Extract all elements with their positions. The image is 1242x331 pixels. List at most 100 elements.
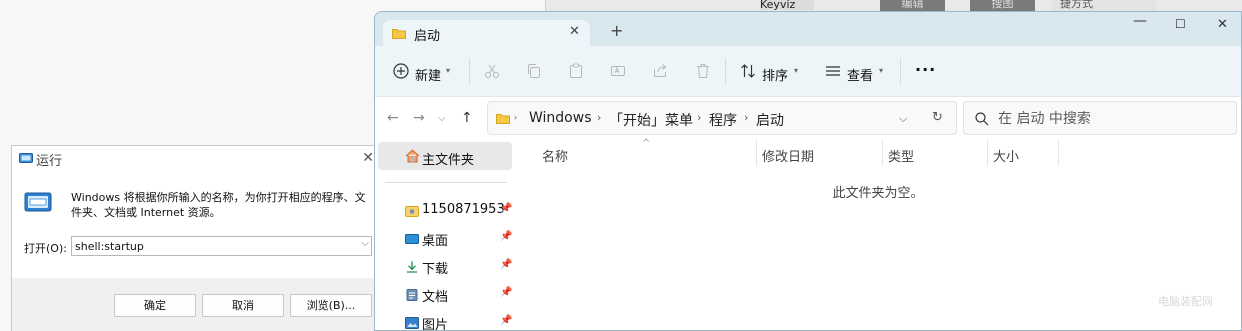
background-shortcut-label: 捷方式: [1052, 0, 1156, 11]
chevron-right-icon[interactable]: ›: [597, 111, 601, 124]
home-icon: [405, 149, 420, 163]
cancel-button[interactable]: 取消: [202, 294, 284, 317]
cut-icon[interactable]: [484, 63, 500, 79]
user-folder-icon: [405, 206, 419, 217]
nav-item-documents[interactable]: 文档 📌: [375, 282, 512, 308]
run-spacer: [12, 258, 380, 278]
sort-button[interactable]: 排序: [762, 65, 788, 84]
run-description: Windows 将根据你所输入的名称，为你打开相应的程序、文件夹、文档或 Int…: [71, 191, 366, 219]
chevron-right-icon[interactable]: ›: [697, 111, 701, 124]
run-open-row: 打开(O): ⌵: [12, 236, 380, 258]
nav-item-desktop[interactable]: 桌面 📌: [375, 226, 512, 252]
column-divider[interactable]: [987, 140, 988, 166]
delete-icon[interactable]: [695, 63, 711, 79]
nav-item-label: 图片: [422, 318, 449, 331]
chevron-down-icon[interactable]: ⌵: [361, 238, 369, 249]
folder-icon: [392, 29, 406, 39]
up-arrow-icon[interactable]: ↑: [461, 110, 473, 126]
file-list: ^ 名称 修改日期 类型 大小 此文件夹为空。: [513, 138, 1241, 330]
pin-icon[interactable]: 📌: [500, 287, 512, 298]
view-icon[interactable]: [825, 63, 841, 79]
chevron-right-icon[interactable]: ›: [744, 111, 748, 124]
browse-button[interactable]: 浏览(B)...: [290, 294, 372, 317]
desktop-icon: [405, 234, 419, 244]
breadcrumb-windows[interactable]: Windows: [529, 110, 592, 126]
nav-item-label: 1150871953: [422, 202, 505, 217]
new-button[interactable]: 新建: [415, 65, 441, 84]
nav-item-label: 下载: [422, 262, 449, 277]
refresh-icon[interactable]: ↻: [932, 110, 943, 125]
navigation-pane: 主文件夹 1150871953 📌 桌面 📌 下载 📌 文档 📌 图片 📌: [375, 138, 512, 331]
add-new-icon[interactable]: [393, 63, 409, 79]
chevron-down-icon[interactable]: ▾: [794, 66, 798, 75]
breadcrumb-programs[interactable]: 程序: [709, 110, 737, 130]
sort-caret-icon: ^: [642, 138, 651, 149]
run-input-combobox[interactable]: ⌵: [71, 236, 372, 256]
search-box[interactable]: [963, 101, 1237, 135]
download-icon: [407, 261, 417, 273]
open-label: 打开(O):: [24, 242, 67, 255]
background-search-button: 搜图: [970, 0, 1035, 11]
watermark: 电脑装配网: [1158, 295, 1213, 308]
keyviz-label: Keyviz: [760, 0, 814, 10]
documents-icon: [406, 289, 418, 301]
tab-startup[interactable]: 启动 ✕: [383, 20, 590, 48]
maximize-icon[interactable]: ☐: [1175, 17, 1186, 31]
toolbar-divider: [469, 58, 470, 84]
pictures-icon: [405, 317, 419, 329]
nav-item-home[interactable]: 主文件夹: [378, 142, 512, 170]
rename-icon[interactable]: [610, 63, 626, 79]
nav-item-pictures[interactable]: 图片 📌: [375, 310, 512, 331]
chevron-down-icon[interactable]: ▾: [446, 66, 450, 75]
recent-chevron-icon[interactable]: ⌵: [438, 113, 446, 124]
command-bar: 新建 ▾ 排序 ▾ 查看 ▾ ···: [375, 46, 1241, 96]
column-divider[interactable]: [1058, 140, 1059, 166]
column-divider[interactable]: [756, 140, 757, 166]
tab-label: 启动: [414, 29, 441, 44]
folder-icon: [496, 114, 510, 124]
pin-icon[interactable]: 📌: [500, 231, 512, 242]
search-input[interactable]: [998, 110, 1228, 128]
run-large-icon: [24, 192, 52, 212]
copy-icon[interactable]: [526, 63, 542, 79]
pin-icon[interactable]: 📌: [500, 315, 512, 326]
address-row: ← → ⌵ ↑ › Windows › 「开始」菜单 › 程序 › 启动 ⌵ ↻: [375, 96, 1241, 138]
add-tab-icon[interactable]: +: [610, 23, 623, 39]
history-chevron-icon[interactable]: ⌵: [899, 112, 907, 126]
run-dialog: 运行 ✕ Windows 将根据你所输入的名称，为你打开相应的程序、文件夹、文档…: [11, 145, 381, 331]
forward-arrow-icon[interactable]: →: [413, 110, 425, 126]
column-divider[interactable]: [882, 140, 883, 166]
close-icon[interactable]: ✕: [362, 150, 374, 166]
chevron-right-icon: ›: [514, 113, 518, 122]
sort-icon[interactable]: [740, 63, 756, 79]
minimize-icon[interactable]: —: [1133, 13, 1147, 29]
run-command-input[interactable]: [73, 238, 353, 254]
paste-icon[interactable]: [568, 63, 584, 79]
close-window-icon[interactable]: ✕: [1217, 17, 1228, 32]
column-header-size[interactable]: 大小: [993, 146, 1019, 165]
breadcrumb-startup[interactable]: 启动: [756, 110, 784, 130]
file-explorer-window: 启动 ✕ + — ☐ ✕ 新建 ▾ 排序 ▾ 查看 ▾ ··· ← → ⌵ ↑ …: [374, 11, 1242, 331]
column-header-type[interactable]: 类型: [888, 146, 914, 165]
nav-item-label: 桌面: [422, 234, 449, 249]
pin-icon[interactable]: 📌: [500, 203, 512, 214]
nav-item-downloads[interactable]: 下载 📌: [375, 254, 512, 280]
view-button[interactable]: 查看: [847, 65, 873, 84]
toolbar-divider: [900, 58, 901, 84]
ok-button[interactable]: 确定: [114, 294, 196, 317]
more-options-icon[interactable]: ···: [915, 60, 936, 79]
nav-item-label: 文档: [422, 290, 449, 305]
run-titlebar: 运行 ✕: [12, 146, 380, 172]
column-header-modified[interactable]: 修改日期: [762, 146, 814, 165]
close-icon[interactable]: ✕: [569, 24, 580, 39]
nav-home-label: 主文件夹: [422, 153, 475, 168]
nav-item-user[interactable]: 1150871953 📌: [375, 198, 512, 224]
address-bar[interactable]: › Windows › 「开始」菜单 › 程序 › 启动 ⌵ ↻: [487, 101, 957, 135]
run-title: 运行: [36, 154, 63, 169]
breadcrumb-start-menu[interactable]: 「开始」菜单: [609, 110, 693, 130]
chevron-down-icon[interactable]: ▾: [879, 66, 883, 75]
column-header-name[interactable]: 名称: [542, 146, 568, 165]
share-icon[interactable]: [652, 63, 668, 79]
back-arrow-icon[interactable]: ←: [387, 110, 399, 126]
pin-icon[interactable]: 📌: [500, 259, 512, 270]
